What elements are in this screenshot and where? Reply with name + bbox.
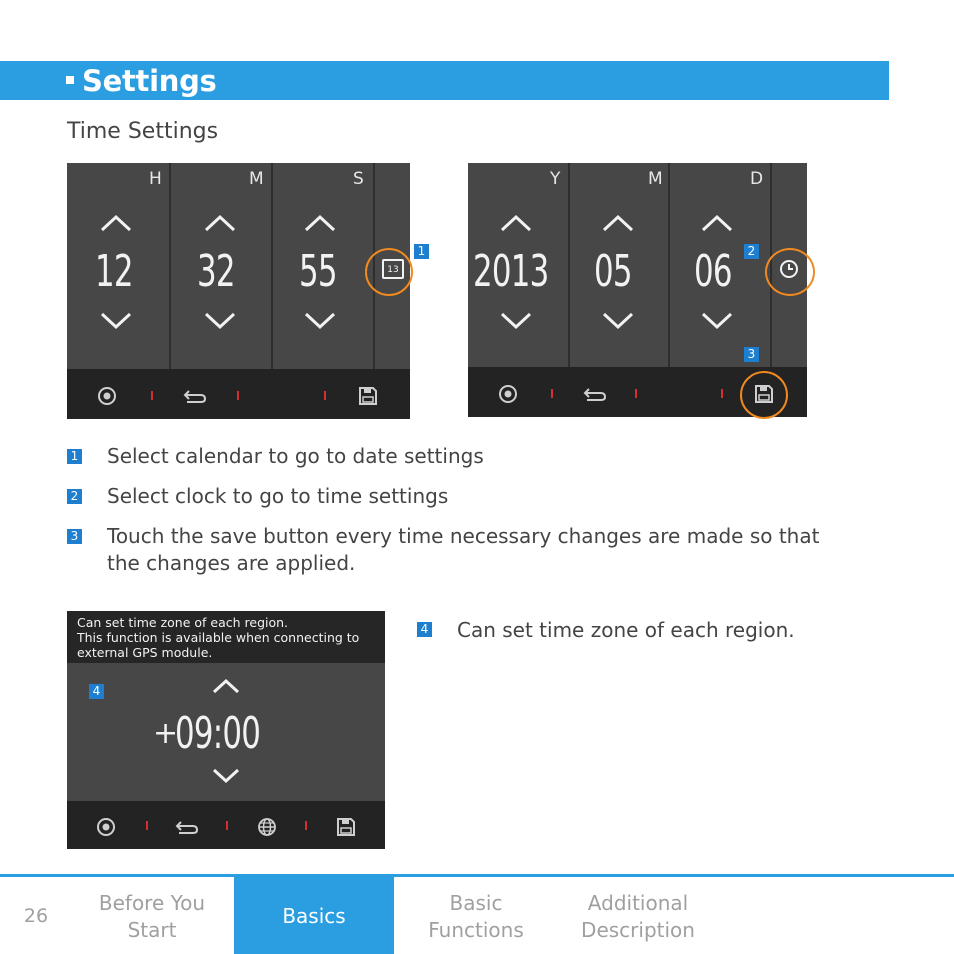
timezone-down-arrow-icon[interactable] <box>209 766 243 786</box>
timezone-info-banner: Can set time zone of each region. This f… <box>67 611 385 663</box>
toolbar-separator <box>151 391 153 400</box>
toolbar-separator <box>635 389 637 398</box>
time-settings-screen: H 12 M 32 S 55 13 <box>67 163 410 419</box>
second-value: 55 <box>299 246 338 297</box>
tab-basic-functions[interactable]: Basic Functions <box>404 890 548 944</box>
tab-additional-description[interactable]: Additional Description <box>566 890 710 944</box>
back-icon[interactable] <box>583 385 607 403</box>
day-up-arrow-icon[interactable] <box>700 213 734 233</box>
second-up-arrow-icon[interactable] <box>303 213 337 233</box>
tab-label-line-2: Functions <box>428 918 524 942</box>
note-badge-2: 2 <box>67 489 82 504</box>
day-label: D <box>750 169 764 189</box>
second-down-arrow-icon[interactable] <box>303 311 337 331</box>
footer-divider <box>0 874 954 877</box>
year-label: Y <box>550 169 561 189</box>
timezone-info-line-3: external GPS module. <box>77 645 213 660</box>
hour-up-arrow-icon[interactable] <box>99 213 133 233</box>
tab-label-line-2: Description <box>581 918 695 942</box>
timezone-up-arrow-icon[interactable] <box>209 676 243 696</box>
tab-label: Basics <box>282 904 346 928</box>
save-icon[interactable] <box>358 386 378 406</box>
note-badge-4: 4 <box>417 622 432 637</box>
tab-before-you-start[interactable]: Before You Start <box>80 890 224 944</box>
page-number: 26 <box>23 905 49 927</box>
year-up-arrow-icon[interactable] <box>499 213 533 233</box>
toolbar-separator <box>551 389 553 398</box>
second-column: S 55 <box>273 163 375 369</box>
day-value: 06 <box>694 246 733 297</box>
timezone-settings-screen: Can set time zone of each region. This f… <box>67 611 385 849</box>
day-down-arrow-icon[interactable] <box>700 311 734 331</box>
minute-down-arrow-icon[interactable] <box>203 311 237 331</box>
home-icon[interactable] <box>498 384 518 404</box>
tab-label-line-1: Basic <box>449 891 503 915</box>
day-column: D 06 <box>670 163 772 367</box>
minute-up-arrow-icon[interactable] <box>203 213 237 233</box>
calendar-highlight-circle <box>365 248 413 296</box>
callout-badge-1: 1 <box>414 244 429 259</box>
callout-badge-4: 4 <box>89 684 104 699</box>
month-label: M <box>648 169 663 189</box>
note-text-2: Select clock to go to time settings <box>107 484 449 508</box>
back-icon[interactable] <box>175 818 199 836</box>
tab-label-line-1: Before You <box>98 891 206 915</box>
hour-down-arrow-icon[interactable] <box>99 311 133 331</box>
minute-value: 32 <box>197 246 236 297</box>
note-text-4: Can set time zone of each region. <box>457 618 795 642</box>
month-column: M 05 <box>570 163 670 367</box>
hour-label: H <box>149 169 162 189</box>
tab-basics[interactable]: Basics <box>234 877 394 954</box>
tab-label-line-2: Start <box>127 918 177 942</box>
toolbar-separator <box>146 821 148 830</box>
note-text-3: Touch the save button every time necessa… <box>107 524 820 548</box>
timezone-bottom-toolbar <box>67 801 385 849</box>
minute-column: M 32 <box>171 163 273 369</box>
save-highlight-circle <box>740 371 788 419</box>
home-icon[interactable] <box>96 817 116 837</box>
tab-label-line-1: Additional <box>587 891 689 915</box>
month-value: 05 <box>594 246 633 297</box>
note-text-3-continued: the changes are applied. <box>107 551 356 575</box>
toolbar-separator <box>721 389 723 398</box>
second-label: S <box>353 169 364 189</box>
save-icon[interactable] <box>336 817 356 837</box>
home-icon[interactable] <box>97 386 117 406</box>
globe-icon[interactable] <box>257 817 277 837</box>
note-text-1: Select calendar to go to date settings <box>107 444 484 468</box>
toolbar-separator <box>324 391 326 400</box>
callout-badge-3: 3 <box>744 347 759 362</box>
month-down-arrow-icon[interactable] <box>601 311 635 331</box>
hour-column: H 12 <box>67 163 171 369</box>
month-up-arrow-icon[interactable] <box>601 213 635 233</box>
note-badge-1: 1 <box>67 449 82 464</box>
toolbar-separator <box>305 821 307 830</box>
year-column: Y 2013 <box>468 163 570 367</box>
year-value: 2013 <box>473 246 549 297</box>
hour-value: 12 <box>95 246 134 297</box>
section-subtitle: Time Settings <box>67 119 219 144</box>
time-bottom-toolbar <box>67 369 410 419</box>
toolbar-separator <box>226 821 228 830</box>
back-icon[interactable] <box>183 387 207 405</box>
page-title: Settings <box>82 64 217 98</box>
note-badge-3: 3 <box>67 529 82 544</box>
timezone-info-line-1: Can set time zone of each region. <box>77 615 289 630</box>
toolbar-separator <box>237 391 239 400</box>
header-bullet <box>66 76 74 84</box>
timezone-info-line-2: This function is available when connecti… <box>77 630 360 645</box>
callout-badge-2: 2 <box>744 244 759 259</box>
minute-label: M <box>249 169 264 189</box>
timezone-value: 09:00 <box>175 708 261 759</box>
year-down-arrow-icon[interactable] <box>499 311 533 331</box>
clock-highlight-circle <box>765 248 815 296</box>
